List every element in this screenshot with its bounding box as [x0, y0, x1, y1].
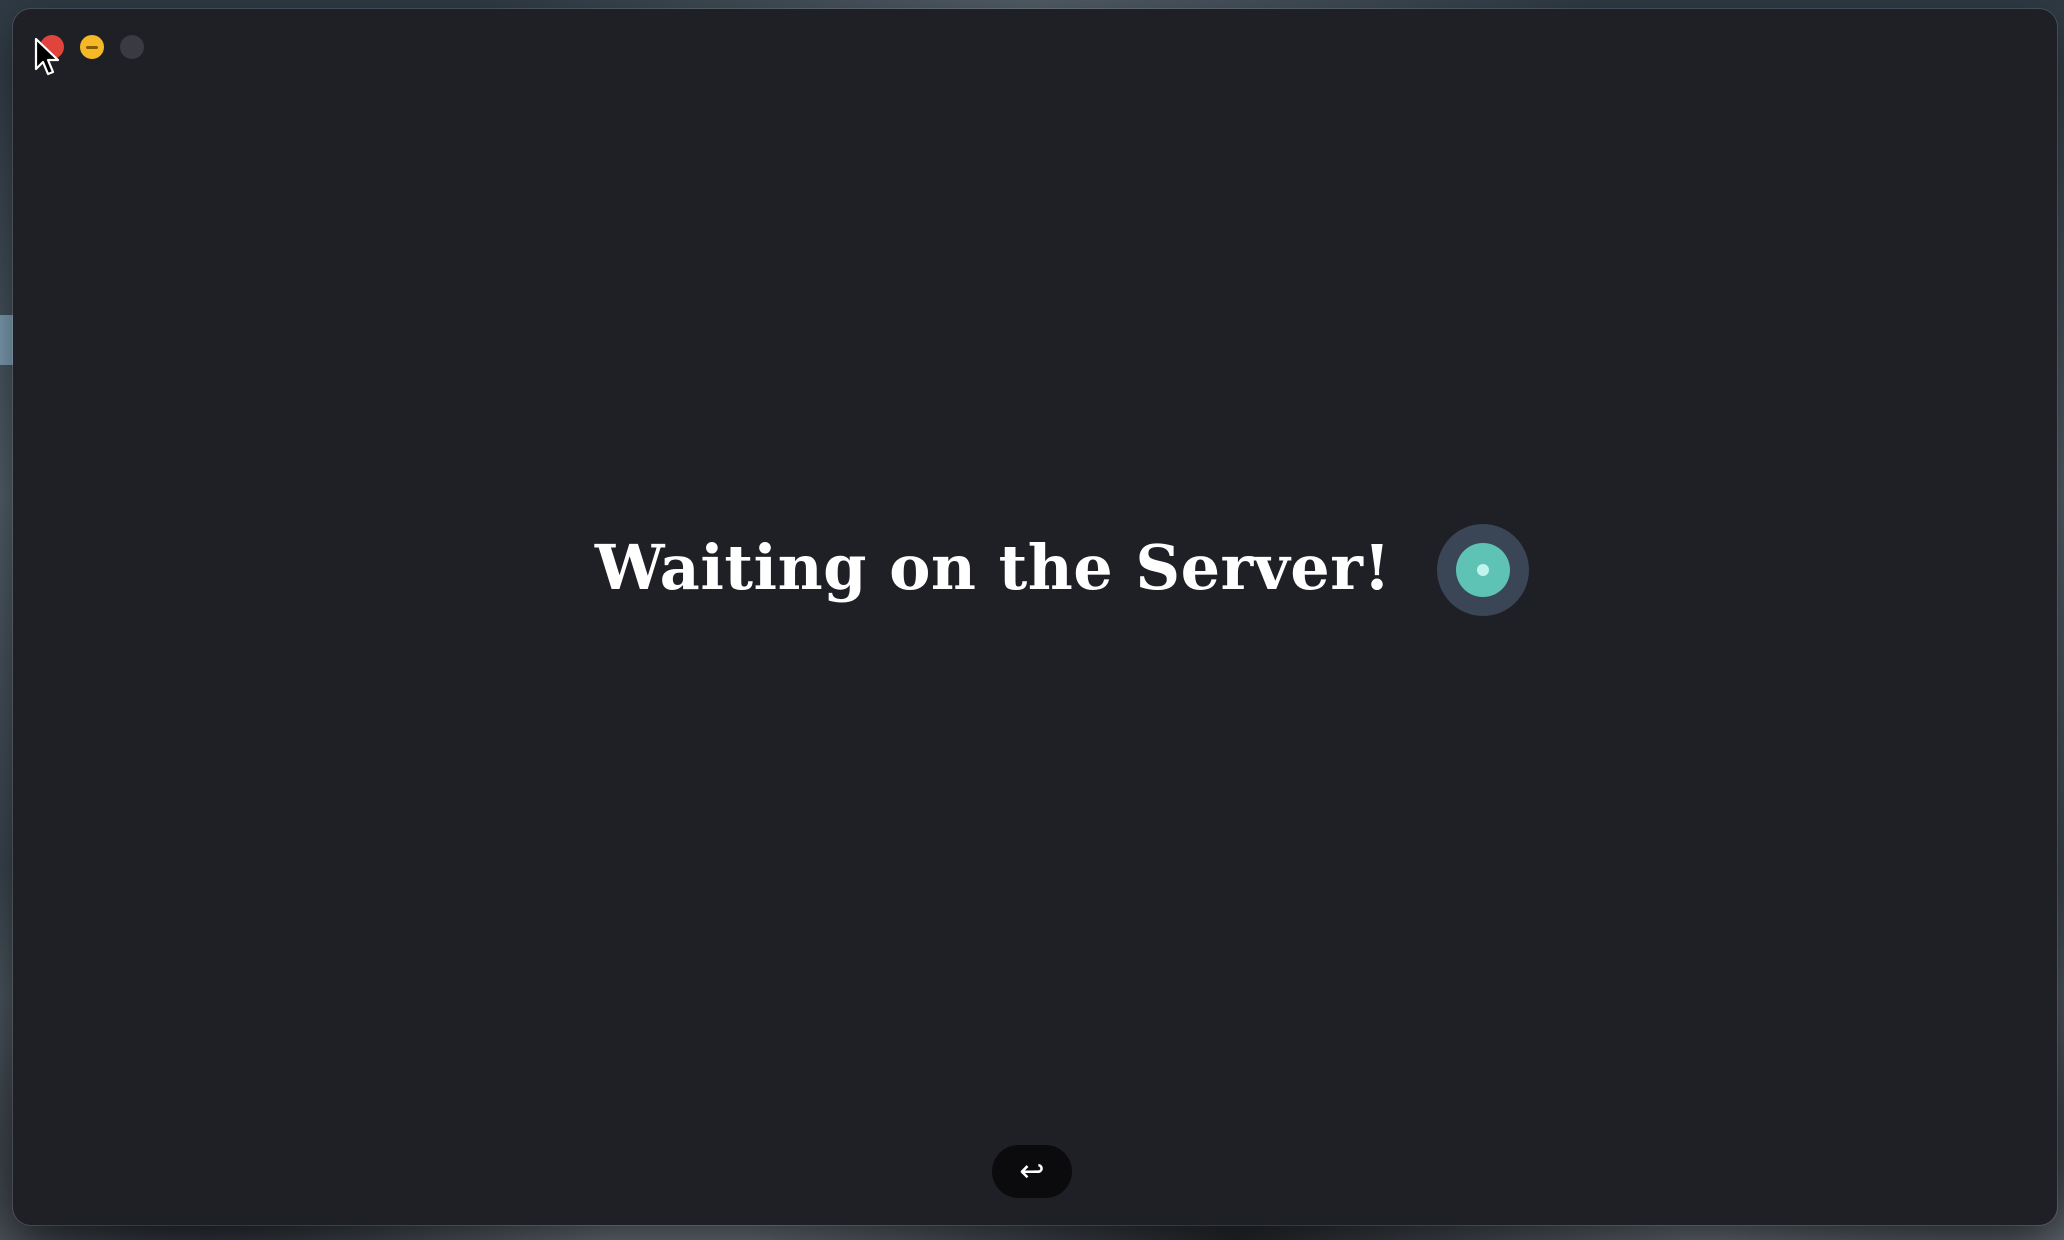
- spinner-inner-ring: [1456, 543, 1510, 597]
- loading-spinner-icon: [1437, 524, 1529, 616]
- window-controls: [40, 35, 144, 59]
- minimize-window-button[interactable]: [80, 35, 104, 59]
- minimize-icon: [86, 45, 98, 49]
- background-window-edge: [0, 315, 14, 365]
- maximize-window-button[interactable]: [120, 35, 144, 59]
- close-window-button[interactable]: [40, 35, 64, 59]
- status-heading: Waiting on the Server!: [594, 531, 1392, 604]
- spinner-center-dot: [1477, 564, 1489, 576]
- app-window: Waiting on the Server! ↩: [13, 9, 2057, 1225]
- return-button[interactable]: ↩: [992, 1145, 1072, 1198]
- return-arrow-icon: ↩: [1019, 1154, 1045, 1189]
